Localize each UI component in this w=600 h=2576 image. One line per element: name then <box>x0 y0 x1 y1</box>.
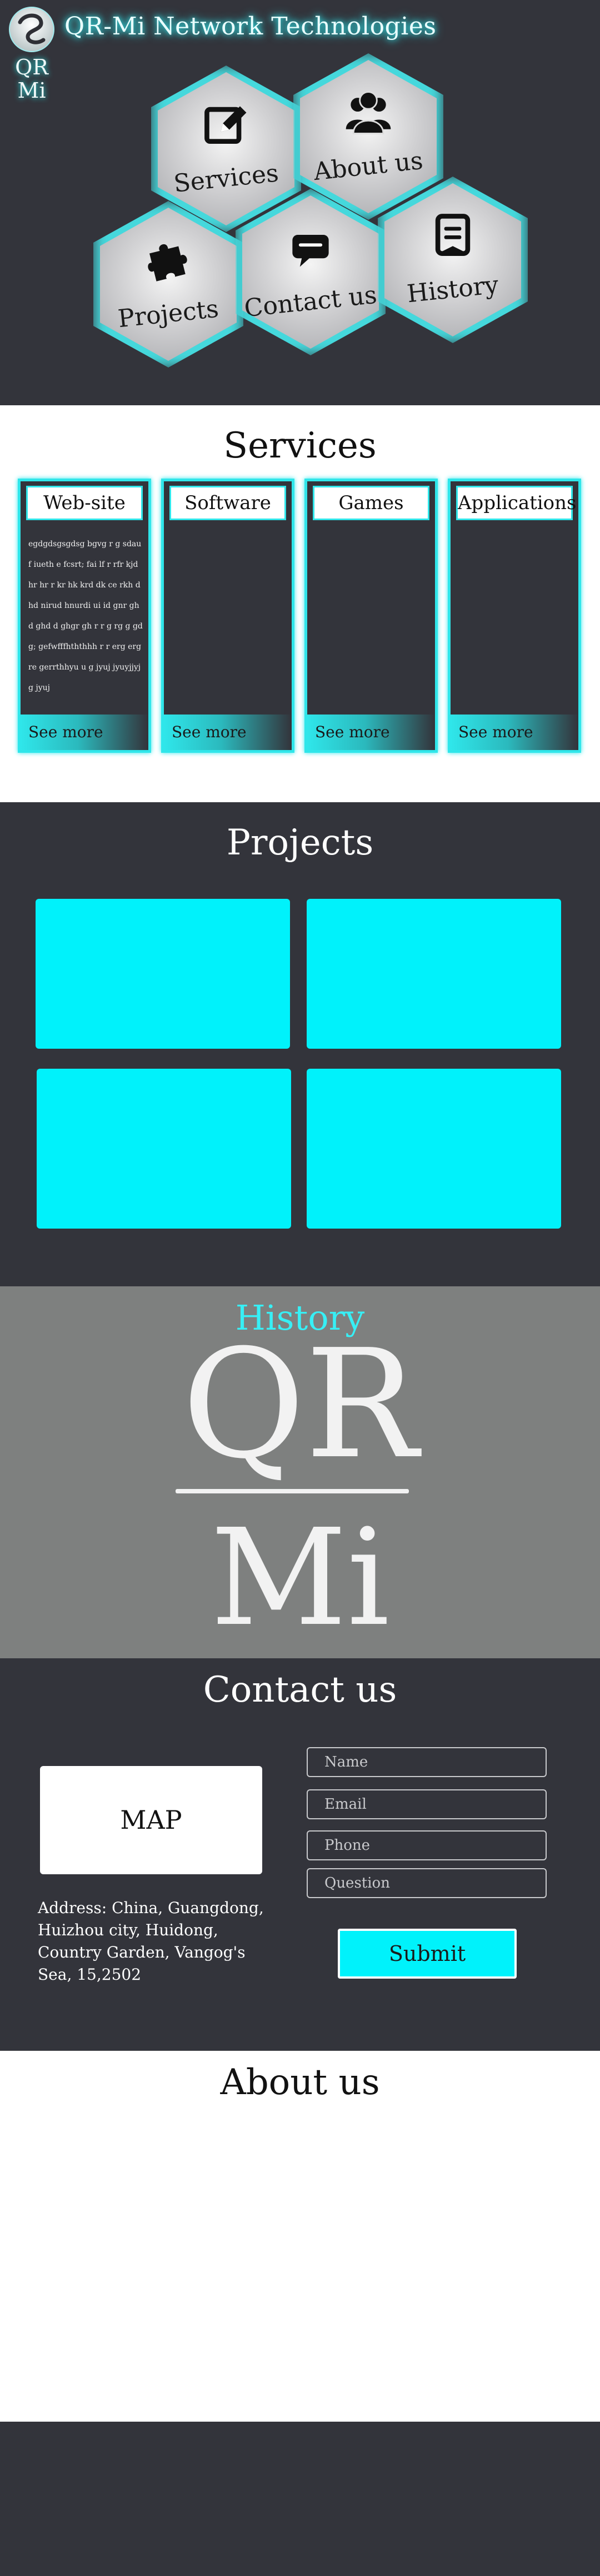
site-header: QR Mi QR-Mi Network Technologies Service… <box>0 0 600 405</box>
question-input[interactable] <box>307 1868 547 1898</box>
history-logo-qr: QR <box>182 1317 418 1492</box>
edit-icon <box>204 106 247 144</box>
puzzle-icon <box>148 244 187 281</box>
logo-icon[interactable] <box>8 6 56 53</box>
document-icon <box>435 213 471 256</box>
project-tile-1[interactable] <box>36 899 290 1049</box>
project-tile-3[interactable] <box>37 1069 291 1229</box>
service-card-title: Applications <box>456 486 577 520</box>
phone-input[interactable] <box>307 1830 547 1860</box>
logo-line-qr: QR <box>15 55 48 79</box>
contact-section: Contact us MAP Address: China, Guangdong… <box>0 1658 600 2051</box>
project-tile-4[interactable] <box>307 1069 561 1229</box>
service-card-applications: Applications See more <box>448 479 581 753</box>
see-more-button[interactable]: See more <box>21 715 148 750</box>
users-icon <box>346 90 391 134</box>
nav-label-contact: Contact us <box>243 280 378 323</box>
history-logo-mi: Mi <box>210 1500 390 1656</box>
nav-label-history: History <box>406 270 500 309</box>
contact-title: Contact us <box>203 1669 397 1710</box>
site-footer <box>0 2422 600 2576</box>
map-placeholder[interactable]: MAP <box>40 1766 262 1874</box>
see-more-button[interactable]: See more <box>451 715 578 750</box>
service-card-website: Web-site egdgdsgsgdsg bgvg r g sdauf iue… <box>18 479 151 753</box>
service-card-text: egdgdsgsgdsg bgvg r g sdauf iueth e fcsr… <box>28 540 143 692</box>
about-title: About us <box>220 2062 380 2103</box>
see-more-button[interactable]: See more <box>164 715 292 750</box>
about-section: About us <box>0 2051 600 2422</box>
service-card-games: Games See more <box>304 479 438 753</box>
nav-hex-history[interactable]: History <box>378 177 528 343</box>
service-card-software: Software See more <box>161 479 294 753</box>
address-text: Address: China, Guangdong, Huizhou city,… <box>38 1899 264 1984</box>
nav-label-projects: Projects <box>116 294 221 333</box>
history-section: History QR Mi <box>0 1286 600 1658</box>
project-tile-2[interactable] <box>307 899 561 1049</box>
logo-text: QR Mi <box>12 56 51 102</box>
services-title: Services <box>223 425 377 466</box>
service-card-title: Games <box>313 486 429 520</box>
nav-hex-projects[interactable]: Projects <box>93 201 243 368</box>
submit-button[interactable]: Submit <box>338 1929 517 1979</box>
history-divider <box>176 1489 409 1493</box>
projects-title: Projects <box>226 822 374 863</box>
services-section: Services Web-site egdgdsgsgdsg bgvg r g … <box>0 405 600 802</box>
brand-title[interactable]: QR-Mi Network Technologies <box>64 12 436 41</box>
chat-icon <box>292 234 329 267</box>
projects-section: Projects <box>0 802 600 1286</box>
logo-line-mi: Mi <box>17 78 46 103</box>
service-card-title: Web-site <box>26 486 143 520</box>
see-more-button[interactable]: See more <box>307 715 435 750</box>
name-input[interactable] <box>307 1747 547 1777</box>
service-card-title: Software <box>169 486 286 520</box>
nav-hex-contact[interactable]: Contact us <box>236 189 386 355</box>
email-input[interactable] <box>307 1789 547 1819</box>
